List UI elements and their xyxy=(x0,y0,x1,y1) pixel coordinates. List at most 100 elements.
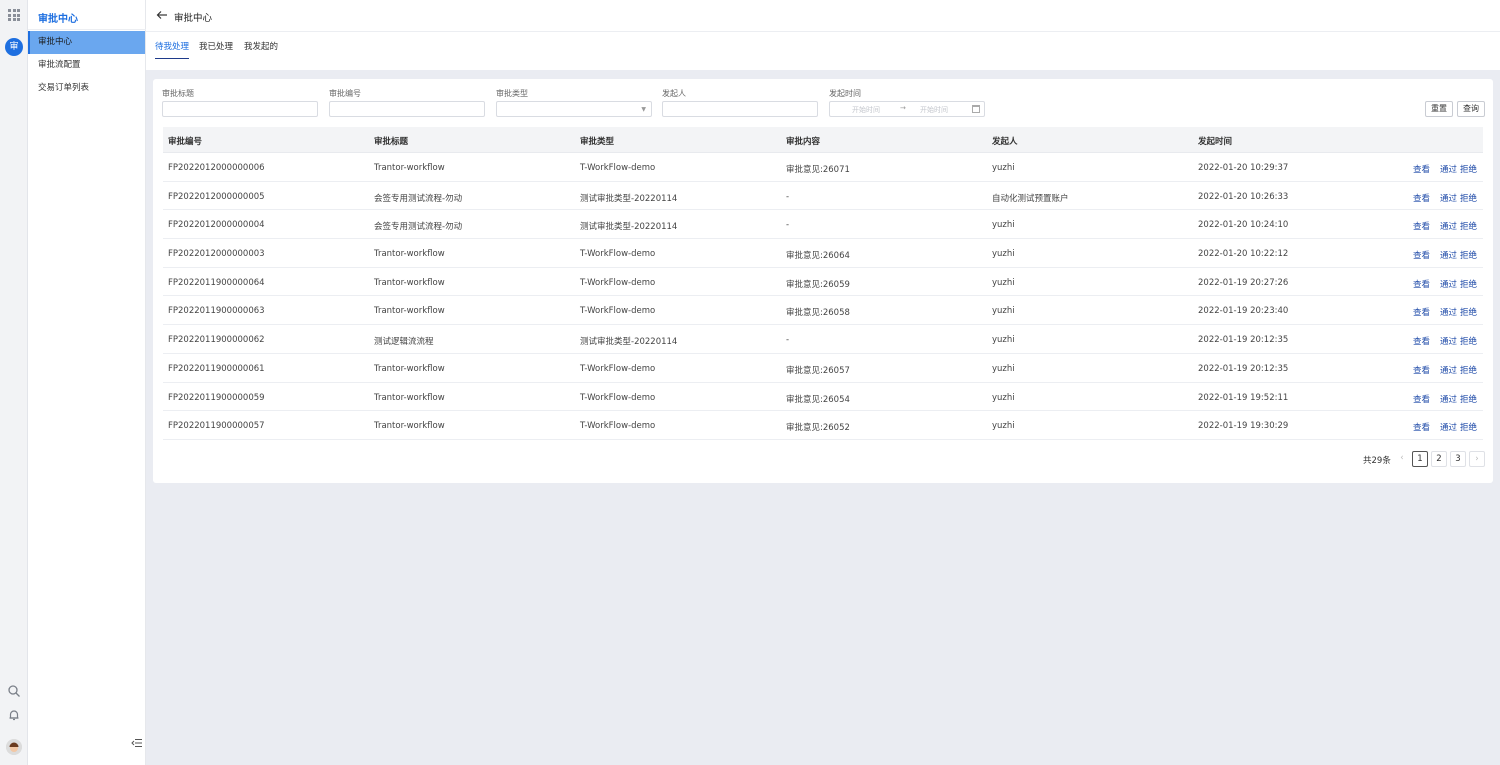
tabs: 待我处理 我已处理 我发起的 xyxy=(146,32,1500,70)
view-action-link[interactable]: 查看 xyxy=(1413,393,1430,405)
calendar-icon xyxy=(972,105,980,113)
query-button[interactable]: 查询 xyxy=(1457,101,1485,117)
sidebar-item-approval-flow-config[interactable]: 审批流配置 xyxy=(28,54,145,77)
approve-action-link[interactable]: 通过 xyxy=(1440,278,1457,290)
reject-action-link[interactable]: 拒绝 xyxy=(1460,335,1477,347)
filter-time-range[interactable]: 开始时间 → 开始时间 xyxy=(829,101,985,117)
table-cell: Trantor-workflow xyxy=(374,306,445,317)
pagination: 共29条 ‹ 1 2 3 › xyxy=(1363,451,1488,467)
filter-number-input[interactable] xyxy=(329,101,485,117)
table-cell: FP2022011900000059 xyxy=(168,392,265,403)
table-cell: FP2022012000000006 xyxy=(168,163,265,173)
col-content: 审批内容 xyxy=(786,137,821,147)
view-action-link[interactable]: 查看 xyxy=(1413,306,1430,318)
table-cell: T-WorkFlow-demo xyxy=(580,163,656,173)
bell-icon[interactable] xyxy=(7,708,21,722)
approve-action-link[interactable]: 通过 xyxy=(1440,220,1457,232)
table-cell: T-WorkFlow-demo xyxy=(580,277,656,288)
app-badge[interactable]: 审 xyxy=(5,38,23,56)
avatar[interactable] xyxy=(6,739,22,755)
filter-type: 审批类型 ▼ xyxy=(496,88,652,117)
filter-type-label: 审批类型 xyxy=(496,89,528,98)
view-action-link[interactable]: 查看 xyxy=(1413,249,1430,261)
collapse-sidebar-icon[interactable] xyxy=(131,737,143,749)
filter-initiator-input[interactable] xyxy=(662,101,818,117)
table-cell: 测试审批类型-20220114 xyxy=(580,222,678,233)
range-arrow-icon: → xyxy=(900,104,906,112)
table-row: FP2022011900000061 Trantor-workflow T-Work… xyxy=(163,354,1483,383)
reject-action-link[interactable]: 拒绝 xyxy=(1460,364,1477,376)
table-row: FP2022011900000064 Trantor-workflow T-Work… xyxy=(163,268,1483,297)
approve-action-link[interactable]: 通过 xyxy=(1440,393,1457,405)
table-cell: Trantor-workflow xyxy=(374,363,445,374)
filter-number-label: 审批编号 xyxy=(329,89,361,98)
reject-action-link[interactable]: 拒绝 xyxy=(1460,163,1477,175)
approve-action-link[interactable]: 通过 xyxy=(1440,421,1457,433)
approve-action-link[interactable]: 通过 xyxy=(1440,335,1457,347)
table-row: FP2022012000000003 Trantor-workflow T-Work… xyxy=(163,239,1483,268)
table-cell: FP2022012000000003 xyxy=(168,249,265,260)
view-action-link[interactable]: 查看 xyxy=(1413,220,1430,232)
reject-action-link[interactable]: 拒绝 xyxy=(1460,249,1477,261)
back-arrow-icon[interactable] xyxy=(156,9,168,21)
table-cell: yuzhi xyxy=(992,163,1015,173)
page-3-button[interactable]: 3 xyxy=(1450,451,1466,467)
filter-title-input[interactable] xyxy=(162,101,318,117)
filter-initiator: 发起人 xyxy=(662,88,818,117)
approve-action-link[interactable]: 通过 xyxy=(1440,249,1457,261)
table-cell: Trantor-workflow xyxy=(374,392,445,403)
reject-action-link[interactable]: 拒绝 xyxy=(1460,393,1477,405)
table-cell: 会签专用测试流程-勿动 xyxy=(374,222,463,233)
approve-action-link[interactable]: 通过 xyxy=(1440,306,1457,318)
table-cell: - xyxy=(786,335,790,346)
app-grid-icon[interactable] xyxy=(8,9,20,21)
tab-pending[interactable]: 待我处理 xyxy=(155,40,190,59)
table-row: FP2022012000000005 会签专用测试流程-勿动 测试审批类型-2022… xyxy=(163,182,1483,211)
sidebar: 审批中心 审批中心 审批流配置 交易订单列表 xyxy=(28,0,146,765)
view-action-link[interactable]: 查看 xyxy=(1413,163,1430,175)
table-cell: T-WorkFlow-demo xyxy=(580,421,656,432)
tab-processed[interactable]: 我已处理 xyxy=(199,40,233,58)
reset-button[interactable]: 重置 xyxy=(1425,101,1453,117)
reject-action-link[interactable]: 拒绝 xyxy=(1460,306,1477,318)
end-time-placeholder: 开始时间 xyxy=(920,106,948,114)
approval-table: 审批编号 审批标题 审批类型 审批内容 发起人 发起时间 FP202201200… xyxy=(163,127,1483,440)
approve-action-link[interactable]: 通过 xyxy=(1440,163,1457,175)
col-title: 审批标题 xyxy=(374,137,409,147)
chevron-down-icon: ▼ xyxy=(641,106,646,113)
prev-page-button[interactable]: ‹ xyxy=(1394,451,1410,467)
view-action-link[interactable]: 查看 xyxy=(1413,335,1430,347)
tab-initiated[interactable]: 我发起的 xyxy=(244,40,278,58)
col-time: 发起时间 xyxy=(1198,137,1233,147)
approve-action-link[interactable]: 通过 xyxy=(1440,364,1457,376)
page-1-button[interactable]: 1 xyxy=(1412,451,1428,467)
view-action-link[interactable]: 查看 xyxy=(1413,192,1430,204)
page-2-button[interactable]: 2 xyxy=(1431,451,1447,467)
filter-initiator-label: 发起人 xyxy=(662,89,686,98)
view-action-link[interactable]: 查看 xyxy=(1413,421,1430,433)
sidebar-item-approval-center[interactable]: 审批中心 xyxy=(28,31,145,54)
reject-action-link[interactable]: 拒绝 xyxy=(1460,278,1477,290)
view-action-link[interactable]: 查看 xyxy=(1413,278,1430,290)
filter-number: 审批编号 xyxy=(329,88,485,117)
table-cell: 2022-01-20 10:29:37 xyxy=(1198,163,1289,173)
next-page-button[interactable]: › xyxy=(1469,451,1485,467)
page-header: 审批中心 xyxy=(146,0,1500,32)
table-cell: 2022-01-20 10:26:33 xyxy=(1198,191,1289,202)
table-cell: yuzhi xyxy=(992,249,1015,260)
filter-type-select[interactable]: ▼ xyxy=(496,101,652,117)
reject-action-link[interactable]: 拒绝 xyxy=(1460,220,1477,232)
view-action-link[interactable]: 查看 xyxy=(1413,364,1430,376)
table-cell: FP2022011900000063 xyxy=(168,306,265,317)
table-cell: 审批意见:26071 xyxy=(786,165,850,175)
page-title: 审批中心 xyxy=(174,13,213,24)
reject-action-link[interactable]: 拒绝 xyxy=(1460,192,1477,204)
table-cell: 测试审批类型-20220114 xyxy=(580,337,678,348)
approve-action-link[interactable]: 通过 xyxy=(1440,192,1457,204)
search-icon[interactable] xyxy=(7,684,21,698)
table-cell: 审批意见:26059 xyxy=(786,279,850,290)
sidebar-item-order-list[interactable]: 交易订单列表 xyxy=(28,77,145,100)
reject-action-link[interactable]: 拒绝 xyxy=(1460,421,1477,433)
table-row: FP2022012000000006 Trantor-workflow T-Work… xyxy=(163,153,1483,182)
table-row: FP2022011900000059 Trantor-workflow T-Work… xyxy=(163,383,1483,412)
